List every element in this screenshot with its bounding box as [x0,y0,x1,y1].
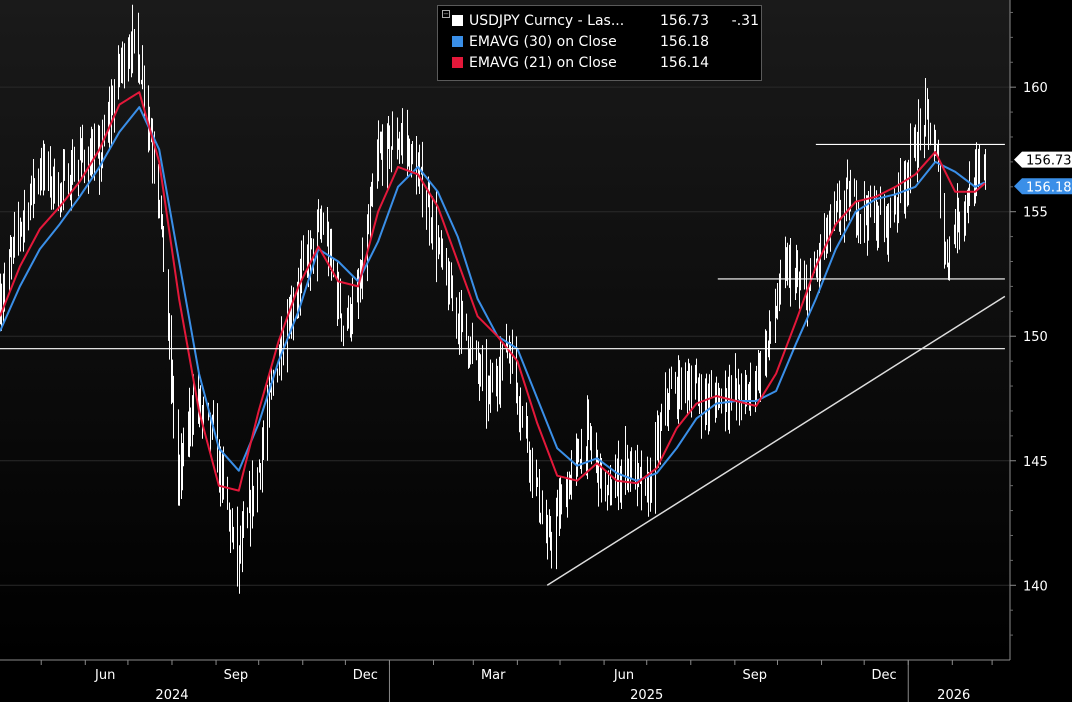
x-tick-label: Mar [481,668,506,683]
legend-label: USDJPY Curncy - Las... [469,12,625,29]
x-tick-label: Jun [613,668,634,683]
chart-legend[interactable]: − USDJPY Curncy - Las... 156.73 -.31 EMA… [437,5,762,81]
legend-value: 156.73 [660,12,709,29]
last-price-tag: 156.73 [1014,151,1072,169]
ema30-price-tag: 156.18 [1014,178,1072,195]
legend-value: 156.18 [660,33,709,50]
legend-label: EMAVG (21) on Close [469,54,617,71]
x-year-label: 2024 [155,688,188,702]
plot-background [0,0,1010,660]
y-tick-label: 150 [1023,330,1048,345]
x-tick-label: Dec [872,668,897,683]
x-tick-label: Jun [94,668,115,683]
y-tick-label: 145 [1023,455,1048,470]
x-tick-label: Sep [224,668,249,683]
x-tick-label: Dec [353,668,378,683]
legend-collapse-icon[interactable]: − [442,10,450,18]
y-tick-label: 140 [1023,579,1048,594]
chart-window: 140 145 150 155 160 156.73 156.18 Jun Sep Dec Mar J… [0,0,1072,702]
legend-row-ema30[interactable]: EMAVG (30) on Close 156.18 [452,31,761,52]
legend-row-ema21[interactable]: EMAVG (21) on Close 156.14 [452,52,761,73]
legend-value: 156.14 [660,54,709,71]
price-tag-label: 156.73 [1026,154,1072,169]
x-year-label: 2026 [937,688,970,702]
legend-row-price[interactable]: USDJPY Curncy - Las... 156.73 -.31 [452,10,761,31]
legend-change: -.31 [731,12,759,29]
legend-label: EMAVG (30) on Close [469,33,617,50]
price-tag-label: 156.18 [1026,180,1072,195]
x-tick-label: Sep [742,668,767,683]
legend-swatch-ema30 [452,36,463,47]
legend-swatch-price [452,15,463,26]
legend-swatch-ema21 [452,57,463,68]
y-tick-label: 155 [1023,206,1048,221]
x-year-label: 2025 [630,688,663,702]
y-tick-label: 160 [1023,81,1048,96]
usdjpy-chart[interactable]: 140 145 150 155 160 156.73 156.18 Jun Sep Dec Mar J… [0,0,1072,702]
